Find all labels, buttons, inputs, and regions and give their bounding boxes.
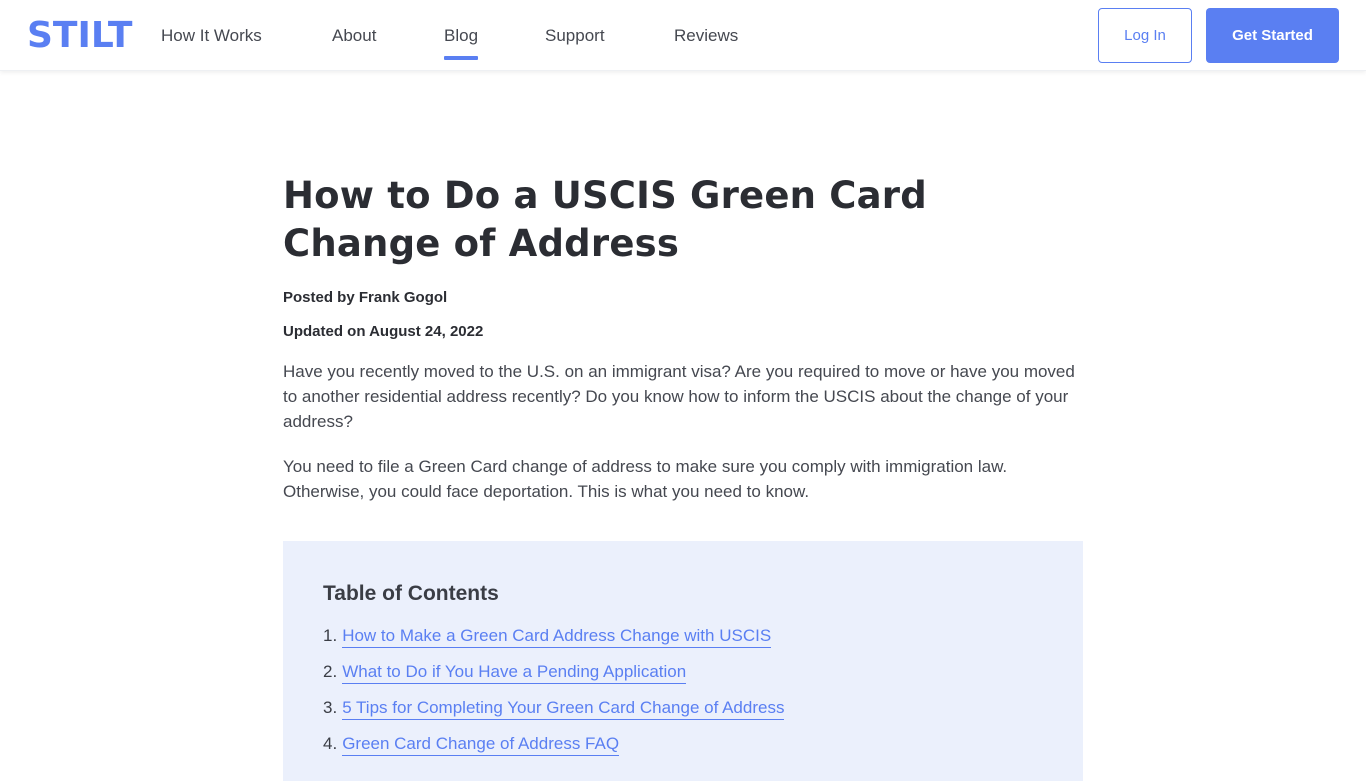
table-of-contents: Table of Contents 1. How to Make a Green…	[283, 541, 1083, 781]
toc-item: 1. How to Make a Green Card Address Chan…	[323, 625, 1043, 648]
log-in-button[interactable]: Log In	[1098, 8, 1192, 63]
intro-paragraph-2: You need to file a Green Card change of …	[283, 457, 1008, 501]
nav-link-support[interactable]: Support	[545, 25, 605, 47]
nav-link-reviews[interactable]: Reviews	[674, 25, 738, 47]
toc-item: 2. What to Do if You Have a Pending Appl…	[323, 661, 1043, 684]
intro-paragraph-1: Have you recently moved to the U.S. on a…	[283, 362, 1075, 431]
nav-link-blog[interactable]: Blog	[444, 25, 479, 60]
updated-date: Updated on August 24, 2022	[283, 323, 484, 340]
toc-link[interactable]: 5 Tips for Completing Your Green Card Ch…	[342, 697, 785, 720]
toc-item-number: 3.	[323, 698, 338, 717]
toc-link[interactable]: Green Card Change of Address FAQ	[342, 733, 620, 756]
toc-item-number: 1.	[323, 626, 338, 645]
toc-item-number: 4.	[323, 734, 338, 753]
article: How to Do a USCIS Green Card Change of A…	[283, 172, 1083, 504]
author-byline: Posted by Frank Gogol	[283, 289, 448, 306]
nav-link-about[interactable]: About	[332, 25, 376, 47]
toc-item: 4. Green Card Change of Address FAQ	[323, 733, 1043, 756]
toc-list: 1. How to Make a Green Card Address Chan…	[323, 625, 1043, 756]
get-started-button[interactable]: Get Started	[1206, 8, 1339, 63]
top-navbar: STILT How It Works About Blog Support Re…	[0, 0, 1366, 71]
toc-item: 3. 5 Tips for Completing Your Green Card…	[323, 697, 1043, 720]
toc-title: Table of Contents	[323, 582, 499, 605]
toc-link[interactable]: How to Make a Green Card Address Change …	[342, 625, 772, 648]
nav-link-how-it-works[interactable]: How It Works	[161, 25, 262, 47]
toc-item-number: 2.	[323, 662, 338, 681]
article-title: How to Do a USCIS Green Card Change of A…	[283, 174, 927, 265]
toc-link[interactable]: What to Do if You Have a Pending Applica…	[342, 661, 687, 684]
stilt-logo[interactable]: STILT	[27, 14, 132, 58]
